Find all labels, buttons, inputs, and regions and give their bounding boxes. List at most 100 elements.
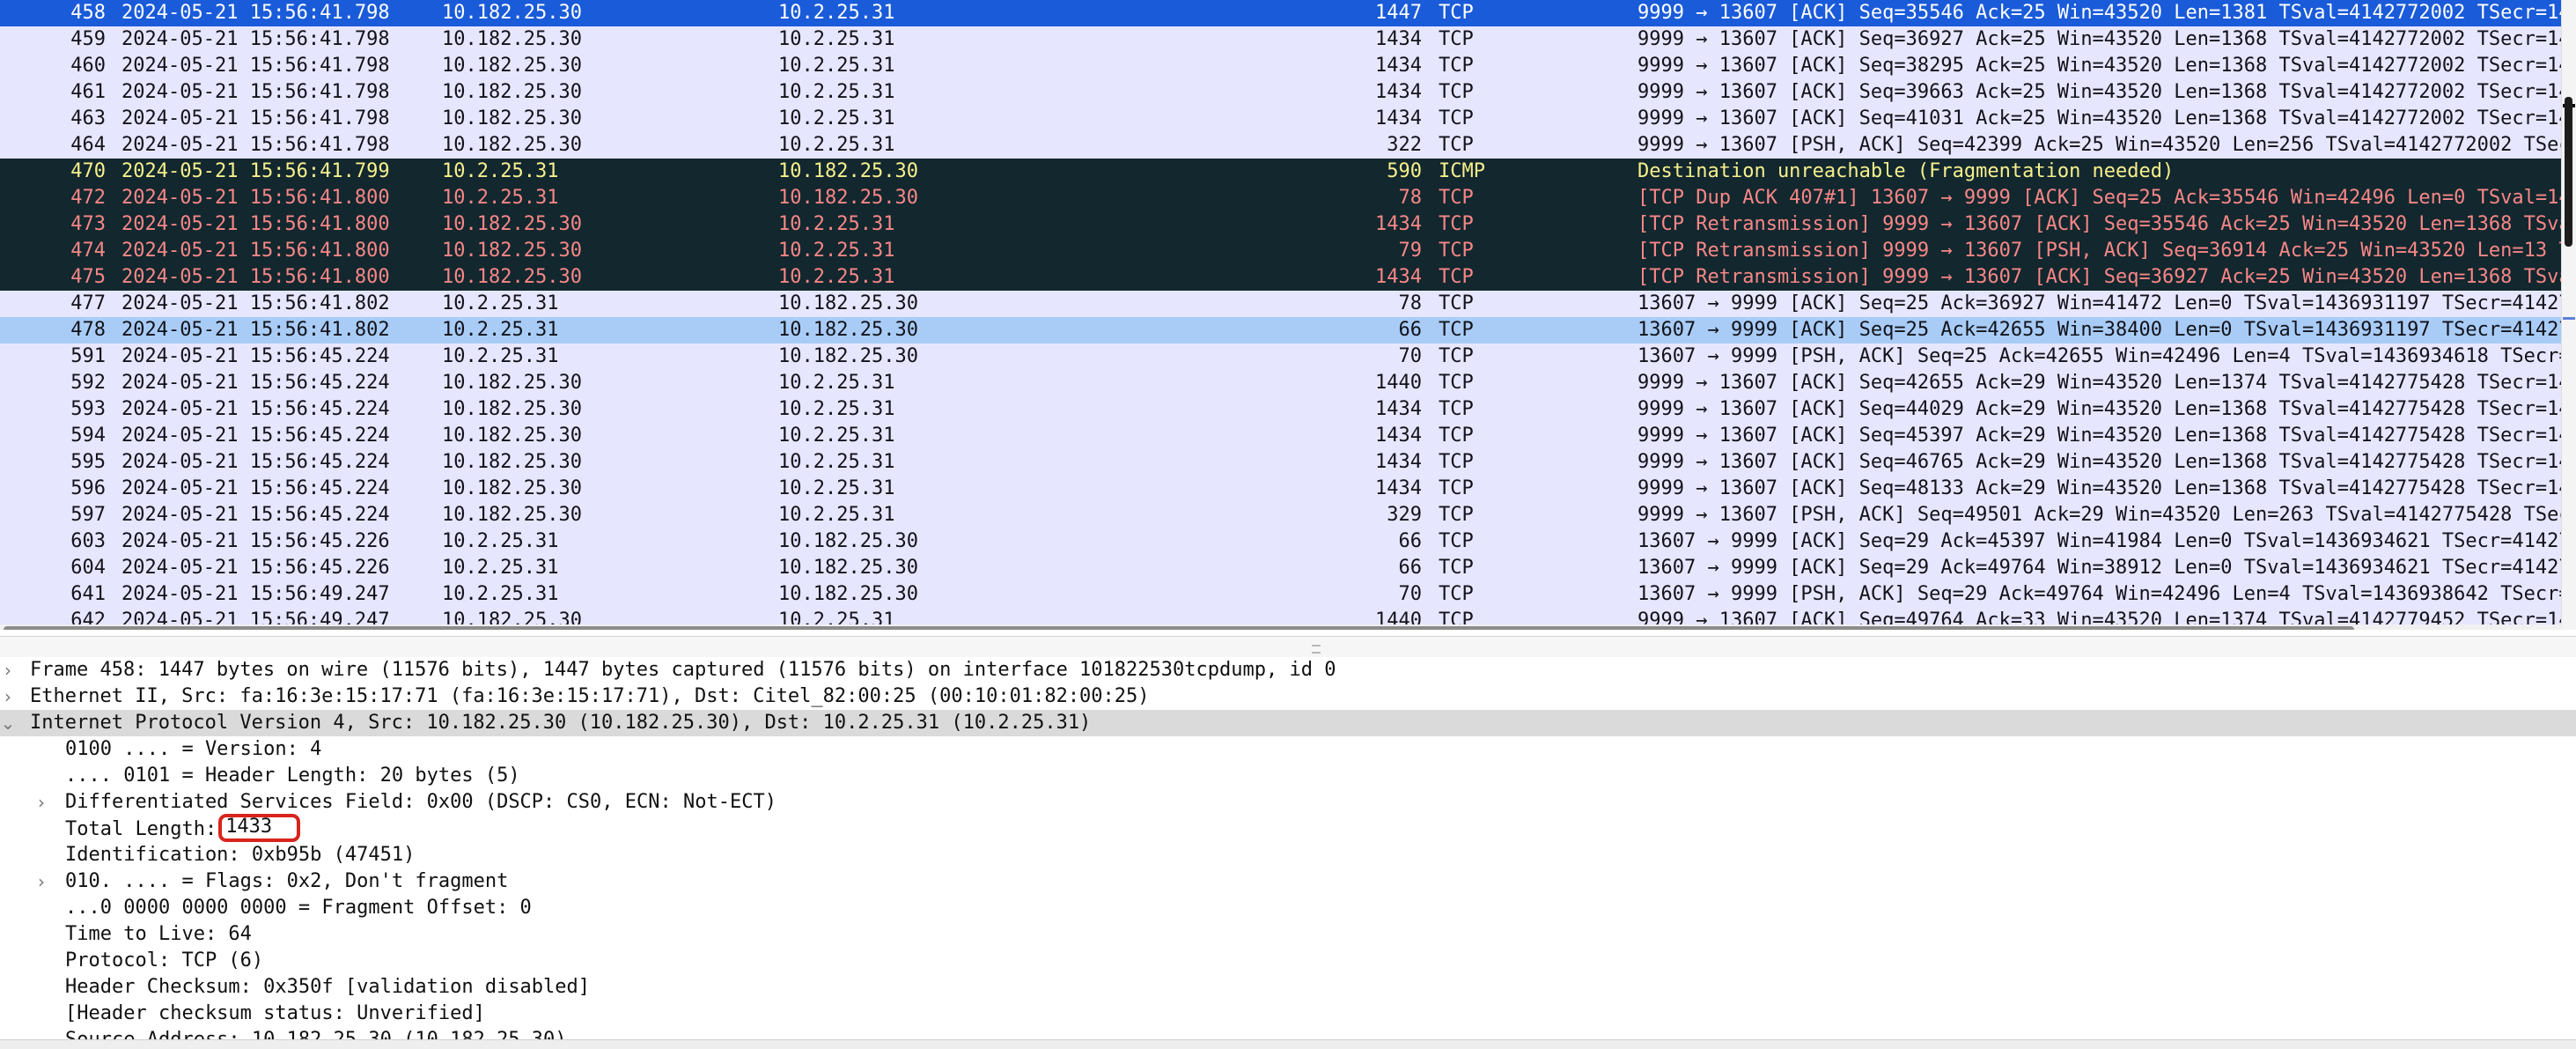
detail-tree-item[interactable]: ⌄ Internet Protocol Version 4, Src: 10.18… xyxy=(0,710,2576,736)
packet-list[interactable]: 458 2024-05-21 15:56:41.798 10.182.25.30 10… xyxy=(0,0,2576,630)
cell-length: 1434 xyxy=(1375,398,1422,420)
cell-length: 79 xyxy=(1398,240,1423,262)
detail-tree-item[interactable]: › 010. .... = Flags: 0x2, Don't fragment xyxy=(0,868,2576,895)
cell-number: 458 xyxy=(70,2,106,24)
cell-number: 592 xyxy=(70,372,106,394)
packet-row[interactable]: 604 2024-05-21 15:56:45.226 10.2.25.31 10.1… xyxy=(0,555,2576,581)
chevron-right-icon[interactable]: › xyxy=(32,868,51,895)
detail-tree-item[interactable]: ...0 0000 0000 0000 = Fragment Offset: 0 xyxy=(0,895,2576,921)
detail-tree-item[interactable]: Time to Live: 64 xyxy=(0,921,2576,948)
packet-row[interactable]: 603 2024-05-21 15:56:45.226 10.2.25.31 10.1… xyxy=(0,528,2576,555)
packet-row[interactable]: 597 2024-05-21 15:56:45.224 10.182.25.30 10… xyxy=(0,502,2576,528)
packet-row[interactable]: 595 2024-05-21 15:56:45.224 10.182.25.30 10… xyxy=(0,449,2576,476)
packet-row[interactable]: 641 2024-05-21 15:56:49.247 10.2.25.31 10.1… xyxy=(0,581,2576,608)
detail-tree-item[interactable]: › Ethernet II, Src: fa:16:3e:15:17:71 (fa… xyxy=(0,683,2576,710)
chevron-right-icon[interactable]: › xyxy=(0,683,18,710)
cell-protocol: TCP xyxy=(1439,425,1474,447)
detail-tree-label: Protocol: TCP (6) xyxy=(65,948,263,974)
detail-tree-item[interactable]: 0100 .... = Version: 4 xyxy=(0,736,2576,763)
cell-length: 1434 xyxy=(1375,55,1422,77)
cell-protocol: TCP xyxy=(1439,81,1474,103)
packet-row[interactable]: 460 2024-05-21 15:56:41.798 10.182.25.30 10… xyxy=(0,53,2576,79)
cell-protocol: TCP xyxy=(1439,55,1474,77)
detail-tree-item[interactable]: Protocol: TCP (6) xyxy=(0,948,2576,974)
detail-tree-label: Differentiated Services Field: 0x00 (DSC… xyxy=(65,789,776,816)
cell-time: 2024-05-21 15:56:45.226 xyxy=(121,557,390,579)
cell-destination: 10.2.25.31 xyxy=(778,477,895,499)
packet-details-rows: › Frame 458: 1447 bytes on wire (11576 bi… xyxy=(0,657,2576,1039)
scrollbar-thumb[interactable] xyxy=(4,626,2354,630)
packet-row[interactable]: 592 2024-05-21 15:56:45.224 10.182.25.30 10… xyxy=(0,370,2576,396)
packet-row[interactable]: 593 2024-05-21 15:56:45.224 10.182.25.30 10… xyxy=(0,396,2576,423)
cell-destination: 10.182.25.30 xyxy=(778,530,918,552)
packet-row[interactable]: 475 2024-05-21 15:56:41.800 10.182.25.30 10… xyxy=(0,264,2576,291)
scrollbar-thumb[interactable] xyxy=(2565,97,2572,247)
detail-tree-item[interactable]: Header Checksum: 0x350f [validation disa… xyxy=(0,974,2576,1001)
chevron-right-icon[interactable]: › xyxy=(32,789,51,816)
splitter-grip-icon[interactable] xyxy=(1312,645,1321,654)
packet-row[interactable]: 459 2024-05-21 15:56:41.798 10.182.25.30 10… xyxy=(0,26,2576,53)
cell-info: 13607 → 9999 [ACK] Seq=25 Ack=36927 Win=… xyxy=(1638,292,2562,314)
pane-splitter[interactable] xyxy=(0,636,2576,659)
cell-number: 470 xyxy=(70,160,106,182)
detail-tree-label: Time to Live: 64 xyxy=(65,921,252,948)
cell-source: 10.182.25.30 xyxy=(442,477,582,499)
packet-row[interactable]: 463 2024-05-21 15:56:41.798 10.182.25.30 10… xyxy=(0,106,2576,132)
cell-number: 461 xyxy=(70,81,106,103)
scrollbar-marker xyxy=(2563,317,2575,320)
cell-time: 2024-05-21 15:56:41.800 xyxy=(121,266,390,288)
detail-tree-item[interactable]: Identification: 0xb95b (47451) xyxy=(0,842,2576,868)
detail-tree-item[interactable]: Source Address: 10.182.25.30 (10.182.25.… xyxy=(0,1027,2576,1039)
packet-row[interactable]: 458 2024-05-21 15:56:41.798 10.182.25.30 10… xyxy=(0,0,2576,26)
packet-row[interactable]: 470 2024-05-21 15:56:41.799 10.2.25.31 10.1… xyxy=(0,159,2576,185)
cell-time: 2024-05-21 15:56:41.800 xyxy=(121,213,390,235)
detail-tree-label: 0100 .... = Version: 4 xyxy=(65,736,321,763)
detail-tree-item[interactable]: [Header checksum status: Unverified] xyxy=(0,1001,2576,1027)
cell-time: 2024-05-21 15:56:41.800 xyxy=(121,187,390,209)
detail-tree-item[interactable]: .... 0101 = Header Length: 20 bytes (5) xyxy=(0,763,2576,789)
cell-number: 603 xyxy=(70,530,106,552)
cell-destination: 10.182.25.30 xyxy=(778,583,918,605)
packet-row[interactable]: 594 2024-05-21 15:56:45.224 10.182.25.30 10… xyxy=(0,423,2576,449)
packet-row[interactable]: 464 2024-05-21 15:56:41.798 10.182.25.30 10… xyxy=(0,132,2576,159)
cell-destination: 10.2.25.31 xyxy=(778,398,895,420)
packet-row[interactable]: 596 2024-05-21 15:56:45.224 10.182.25.30 10… xyxy=(0,476,2576,502)
detail-tree-label: Ethernet II, Src: fa:16:3e:15:17:71 (fa:… xyxy=(30,683,1150,710)
cell-time: 2024-05-21 15:56:41.798 xyxy=(121,55,390,77)
packet-row[interactable]: 478 2024-05-21 15:56:41.802 10.2.25.31 10.1… xyxy=(0,317,2576,344)
packet-row[interactable]: 472 2024-05-21 15:56:41.800 10.2.25.31 10.1… xyxy=(0,185,2576,211)
cell-source: 10.182.25.30 xyxy=(442,2,582,24)
cell-source: 10.182.25.30 xyxy=(442,107,582,129)
cell-time: 2024-05-21 15:56:45.224 xyxy=(121,477,390,499)
packet-list-horizontal-scrollbar[interactable] xyxy=(0,624,2562,630)
cell-protocol: TCP xyxy=(1439,372,1474,394)
cell-destination: 10.2.25.31 xyxy=(778,372,895,394)
packet-row[interactable]: 473 2024-05-21 15:56:41.800 10.182.25.30 10… xyxy=(0,211,2576,238)
cell-info: 9999 → 13607 [ACK] Seq=45397 Ack=29 Win=… xyxy=(1638,425,2562,447)
packet-row[interactable]: 477 2024-05-21 15:56:41.802 10.2.25.31 10.1… xyxy=(0,291,2576,317)
cell-number: 473 xyxy=(70,213,106,235)
cell-source: 10.182.25.30 xyxy=(442,451,582,473)
chevron-down-icon[interactable]: ⌄ xyxy=(0,710,18,736)
packet-row[interactable]: 474 2024-05-21 15:56:41.800 10.182.25.30 10… xyxy=(0,238,2576,264)
detail-tree-label: Internet Protocol Version 4, Src: 10.182… xyxy=(30,710,1091,736)
detail-field-text: 010. .... = Flags: 0x2, Don't fragment xyxy=(65,870,509,892)
detail-tree-label: Total Length: 1433 xyxy=(65,814,301,844)
cell-source: 10.2.25.31 xyxy=(442,345,559,367)
detail-field-text: Ethernet II, Src: fa:16:3e:15:17:71 (fa:… xyxy=(30,685,1150,707)
detail-tree-item[interactable]: Total Length: 1433 xyxy=(0,814,2576,844)
detail-tree-item[interactable]: › Frame 458: 1447 bytes on wire (11576 bi… xyxy=(0,657,2576,683)
chevron-right-icon[interactable]: › xyxy=(0,657,18,683)
packet-row[interactable]: 591 2024-05-21 15:56:45.224 10.2.25.31 10.1… xyxy=(0,344,2576,370)
cell-protocol: TCP xyxy=(1439,213,1474,235)
detail-field-text: [Header checksum status: Unverified] xyxy=(65,1002,485,1024)
cell-protocol: TCP xyxy=(1439,530,1474,552)
detail-tree-item[interactable]: › Differentiated Services Field: 0x00 (DS… xyxy=(0,789,2576,816)
cell-length: 66 xyxy=(1398,557,1423,579)
packet-list-vertical-scrollbar[interactable] xyxy=(2561,0,2576,630)
cell-protocol: TCP xyxy=(1439,557,1474,579)
packet-details-tree[interactable]: › Frame 458: 1447 bytes on wire (11576 bi… xyxy=(0,657,2576,1039)
cell-destination: 10.2.25.31 xyxy=(778,134,895,156)
packet-row[interactable]: 461 2024-05-21 15:56:41.798 10.182.25.30 10… xyxy=(0,79,2576,106)
cell-source: 10.2.25.31 xyxy=(442,187,559,209)
